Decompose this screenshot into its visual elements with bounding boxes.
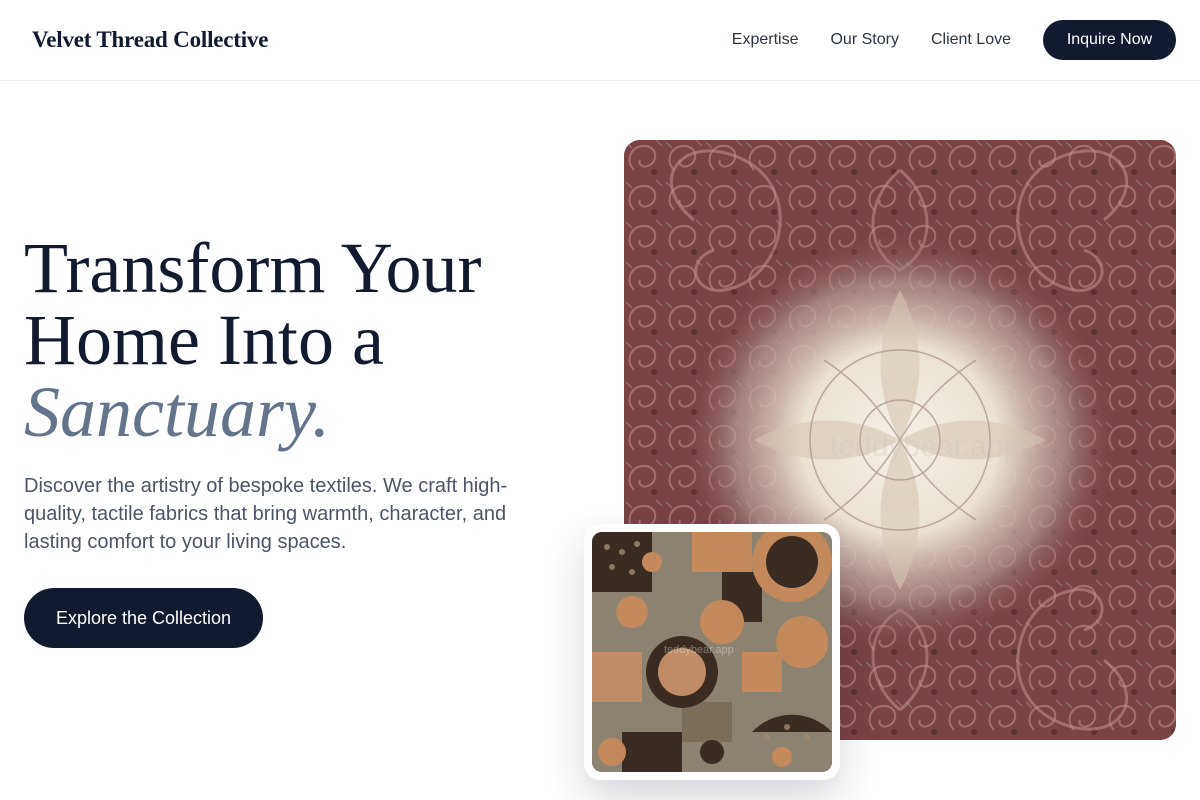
hero-description: Discover the artistry of bespoke textile… <box>24 475 508 553</box>
nav-link-expertise[interactable]: Expertise <box>732 20 799 60</box>
headline-line-2: Home Into a <box>24 300 384 380</box>
headline-accent: Sanctuary. <box>24 372 330 452</box>
swatch-card: teddybear.app <box>584 524 840 780</box>
hero-headline: Transform Your Home Into a Sanctuary. <box>24 232 584 448</box>
headline-line-1: Transform Your <box>24 228 482 308</box>
site-header: Velvet Thread Collective Expertise Our S… <box>0 0 1200 81</box>
image-watermark: teddybear.app <box>830 430 1021 463</box>
nav-link-our-story[interactable]: Our Story <box>830 20 898 60</box>
nav-link-client-love[interactable]: Client Love <box>931 20 1011 60</box>
geometric-textile-swatch: teddybear.app <box>592 532 832 772</box>
brand-logo[interactable]: Velvet Thread Collective <box>32 27 268 53</box>
inquire-now-button[interactable]: Inquire Now <box>1043 20 1176 60</box>
swatch-watermark: teddybear.app <box>664 644 734 656</box>
explore-collection-button[interactable]: Explore the Collection <box>24 588 263 648</box>
main-nav: Expertise Our Story Client Love Inquire … <box>732 20 1176 60</box>
